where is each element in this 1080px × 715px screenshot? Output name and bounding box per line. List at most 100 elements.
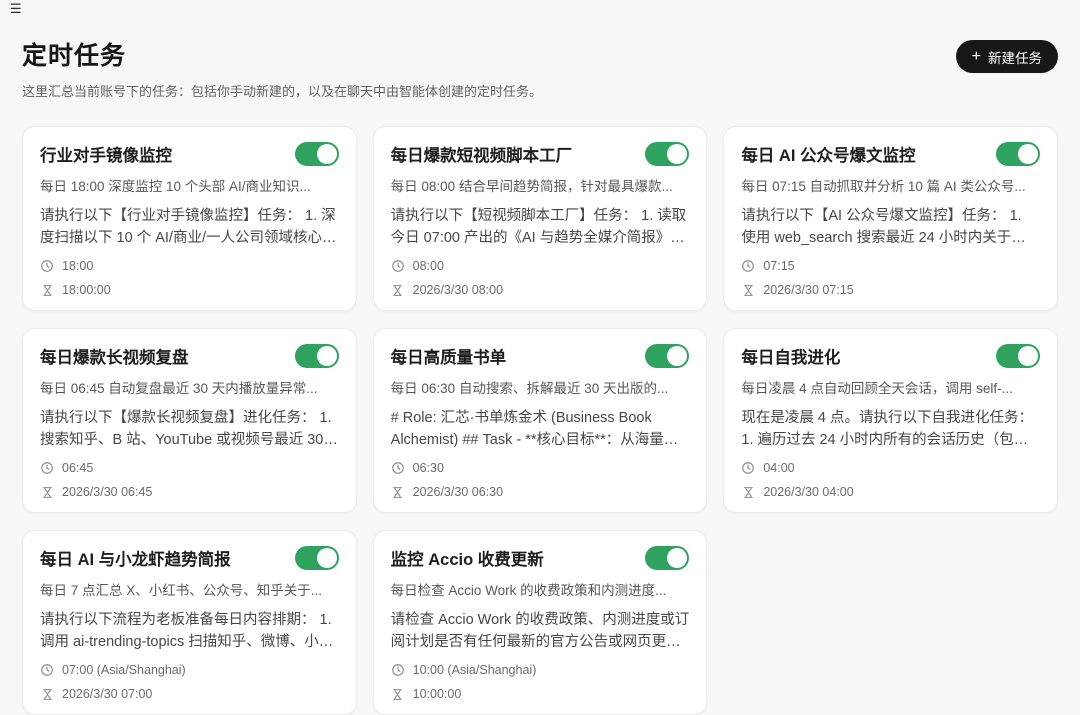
task-card[interactable]: 每日爆款长视频复盘 每日 06:45 自动复盘最近 30 天内播放量异常... … <box>22 328 357 513</box>
task-description: 请执行以下流程为老板准备每日内容排期： 1. 调用 ai-trending-to… <box>40 609 339 653</box>
task-time-row: 06:30 <box>391 461 690 475</box>
task-time-row: 04:00 <box>741 461 1040 475</box>
task-next-run-row: 2026/3/30 04:00 <box>741 485 1040 499</box>
task-card-header: 每日 AI 公众号爆文监控 <box>741 142 1040 166</box>
task-next-run: 2026/3/30 04:00 <box>763 485 853 499</box>
task-card-header: 监控 Accio 收费更新 <box>391 546 690 570</box>
task-enabled-toggle[interactable] <box>645 546 689 570</box>
task-time-row: 06:45 <box>40 461 339 475</box>
task-next-run-row: 18:00:00 <box>40 283 339 297</box>
task-card[interactable]: 每日 AI 与小龙虾趋势简报 每日 7 点汇总 X、小红书、公众号、知乎关于..… <box>22 530 357 715</box>
scheduled-tasks-page: ☰ 定时任务 这里汇总当前账号下的任务：包括你手动新建的，以及在聊天中由智能体创… <box>0 0 1080 715</box>
task-time-row: 18:00 <box>40 259 339 273</box>
task-summary: 每日 06:45 自动复盘最近 30 天内播放量异常... <box>40 377 339 397</box>
task-enabled-toggle[interactable] <box>996 344 1040 368</box>
toggle-knob <box>317 548 337 568</box>
task-enabled-toggle[interactable] <box>996 142 1040 166</box>
task-next-run: 2026/3/30 06:45 <box>62 485 152 499</box>
task-description: 请执行以下【AI 公众号爆文监控】任务： 1. 使用 web_search 搜索… <box>741 205 1040 249</box>
toggle-knob <box>317 346 337 366</box>
task-next-run: 2026/3/30 07:00 <box>62 687 152 701</box>
clock-icon <box>741 259 755 273</box>
task-enabled-toggle[interactable] <box>295 344 339 368</box>
page-header: 定时任务 这里汇总当前账号下的任务：包括你手动新建的，以及在聊天中由智能体创建的… <box>22 0 1058 100</box>
task-enabled-toggle[interactable] <box>295 142 339 166</box>
clock-icon <box>40 663 54 677</box>
task-time: 07:15 <box>763 259 794 273</box>
task-time: 18:00 <box>62 259 93 273</box>
new-task-button[interactable]: + 新建任务 <box>956 40 1058 73</box>
task-description: 请执行以下【行业对手镜像监控】任务： 1. 深度扫描以下 10 个 AI/商业/… <box>40 205 339 249</box>
task-time: 07:00 (Asia/Shanghai) <box>62 663 186 677</box>
task-summary: 每日 08:00 结合早间趋势简报，针对最具爆款... <box>391 175 690 195</box>
task-card-header: 每日 AI 与小龙虾趋势简报 <box>40 546 339 570</box>
task-card[interactable]: 每日爆款短视频脚本工厂 每日 08:00 结合早间趋势简报，针对最具爆款... … <box>373 126 708 311</box>
task-title: 每日高质量书单 <box>391 344 507 368</box>
clock-icon <box>391 663 405 677</box>
task-title: 监控 Accio 收费更新 <box>391 546 544 570</box>
toggle-knob <box>667 144 687 164</box>
task-next-run-row: 2026/3/30 07:00 <box>40 687 339 701</box>
task-title: 每日自我进化 <box>741 344 840 368</box>
new-task-button-label: 新建任务 <box>988 47 1042 67</box>
hourglass-icon <box>391 486 405 499</box>
toggle-knob <box>1018 346 1038 366</box>
task-summary: 每日 06:30 自动搜索、拆解最近 30 天出版的... <box>391 377 690 397</box>
clock-icon <box>40 259 54 273</box>
task-time: 08:00 <box>413 259 444 273</box>
task-time-row: 08:00 <box>391 259 690 273</box>
task-summary: 每日凌晨 4 点自动回顾全天会话，调用 self-... <box>741 377 1040 397</box>
hourglass-icon <box>391 284 405 297</box>
task-time: 04:00 <box>763 461 794 475</box>
task-card[interactable]: 监控 Accio 收费更新 每日检查 Accio Work 的收费政策和内测进度… <box>373 530 708 715</box>
menu-icon[interactable]: ☰ <box>10 2 22 15</box>
task-card[interactable]: 每日高质量书单 每日 06:30 自动搜索、拆解最近 30 天出版的... # … <box>373 328 708 513</box>
page-subtitle: 这里汇总当前账号下的任务：包括你手动新建的，以及在聊天中由智能体创建的定时任务。 <box>22 81 542 100</box>
task-enabled-toggle[interactable] <box>645 142 689 166</box>
task-time-row: 07:15 <box>741 259 1040 273</box>
toggle-knob <box>1018 144 1038 164</box>
task-description: # Role: 汇芯·书单炼金术 (Business Book Alchemis… <box>391 407 690 451</box>
task-time: 06:30 <box>413 461 444 475</box>
plus-icon: + <box>972 49 981 65</box>
task-card[interactable]: 每日自我进化 每日凌晨 4 点自动回顾全天会话，调用 self-... 现在是凌… <box>723 328 1058 513</box>
task-title: 每日爆款长视频复盘 <box>40 344 189 368</box>
task-grid: 行业对手镜像监控 每日 18:00 深度监控 10 个头部 AI/商业知识...… <box>22 126 1058 715</box>
task-title: 每日爆款短视频脚本工厂 <box>391 142 573 166</box>
task-description: 请执行以下【短视频脚本工厂】任务： 1. 读取今日 07:00 产出的《AI 与… <box>391 205 690 249</box>
hourglass-icon <box>391 688 405 701</box>
task-next-run: 18:00:00 <box>62 283 111 297</box>
task-title: 每日 AI 公众号爆文监控 <box>741 142 915 166</box>
task-next-run-row: 2026/3/30 06:45 <box>40 485 339 499</box>
task-time-row: 10:00 (Asia/Shanghai) <box>391 663 690 677</box>
task-next-run: 10:00:00 <box>413 687 462 701</box>
task-enabled-toggle[interactable] <box>645 344 689 368</box>
task-next-run: 2026/3/30 08:00 <box>413 283 503 297</box>
toggle-knob <box>317 144 337 164</box>
hourglass-icon <box>40 486 54 499</box>
task-enabled-toggle[interactable] <box>295 546 339 570</box>
task-next-run-row: 2026/3/30 07:15 <box>741 283 1040 297</box>
hourglass-icon <box>741 486 755 499</box>
task-card-header: 每日高质量书单 <box>391 344 690 368</box>
task-card[interactable]: 每日 AI 公众号爆文监控 每日 07:15 自动抓取并分析 10 篇 AI 类… <box>723 126 1058 311</box>
clock-icon <box>741 461 755 475</box>
clock-icon <box>391 461 405 475</box>
task-description: 请检查 Accio Work 的收费政策、内测进度或订阅计划是否有任何最新的官方… <box>391 609 690 653</box>
header-text: 定时任务 这里汇总当前账号下的任务：包括你手动新建的，以及在聊天中由智能体创建的… <box>22 36 542 100</box>
task-description: 请执行以下【爆款长视频复盘】进化任务： 1. 搜索知乎、B 站、YouTube … <box>40 407 339 451</box>
task-card-header: 行业对手镜像监控 <box>40 142 339 166</box>
clock-icon <box>40 461 54 475</box>
task-time-row: 07:00 (Asia/Shanghai) <box>40 663 339 677</box>
task-time: 06:45 <box>62 461 93 475</box>
task-card[interactable]: 行业对手镜像监控 每日 18:00 深度监控 10 个头部 AI/商业知识...… <box>22 126 357 311</box>
task-card-header: 每日自我进化 <box>741 344 1040 368</box>
task-next-run: 2026/3/30 07:15 <box>763 283 853 297</box>
toggle-knob <box>667 346 687 366</box>
clock-icon <box>391 259 405 273</box>
hourglass-icon <box>741 284 755 297</box>
task-next-run-row: 2026/3/30 06:30 <box>391 485 690 499</box>
hourglass-icon <box>40 688 54 701</box>
task-title: 每日 AI 与小龙虾趋势简报 <box>40 546 231 570</box>
task-summary: 每日 7 点汇总 X、小红书、公众号、知乎关于... <box>40 579 339 599</box>
